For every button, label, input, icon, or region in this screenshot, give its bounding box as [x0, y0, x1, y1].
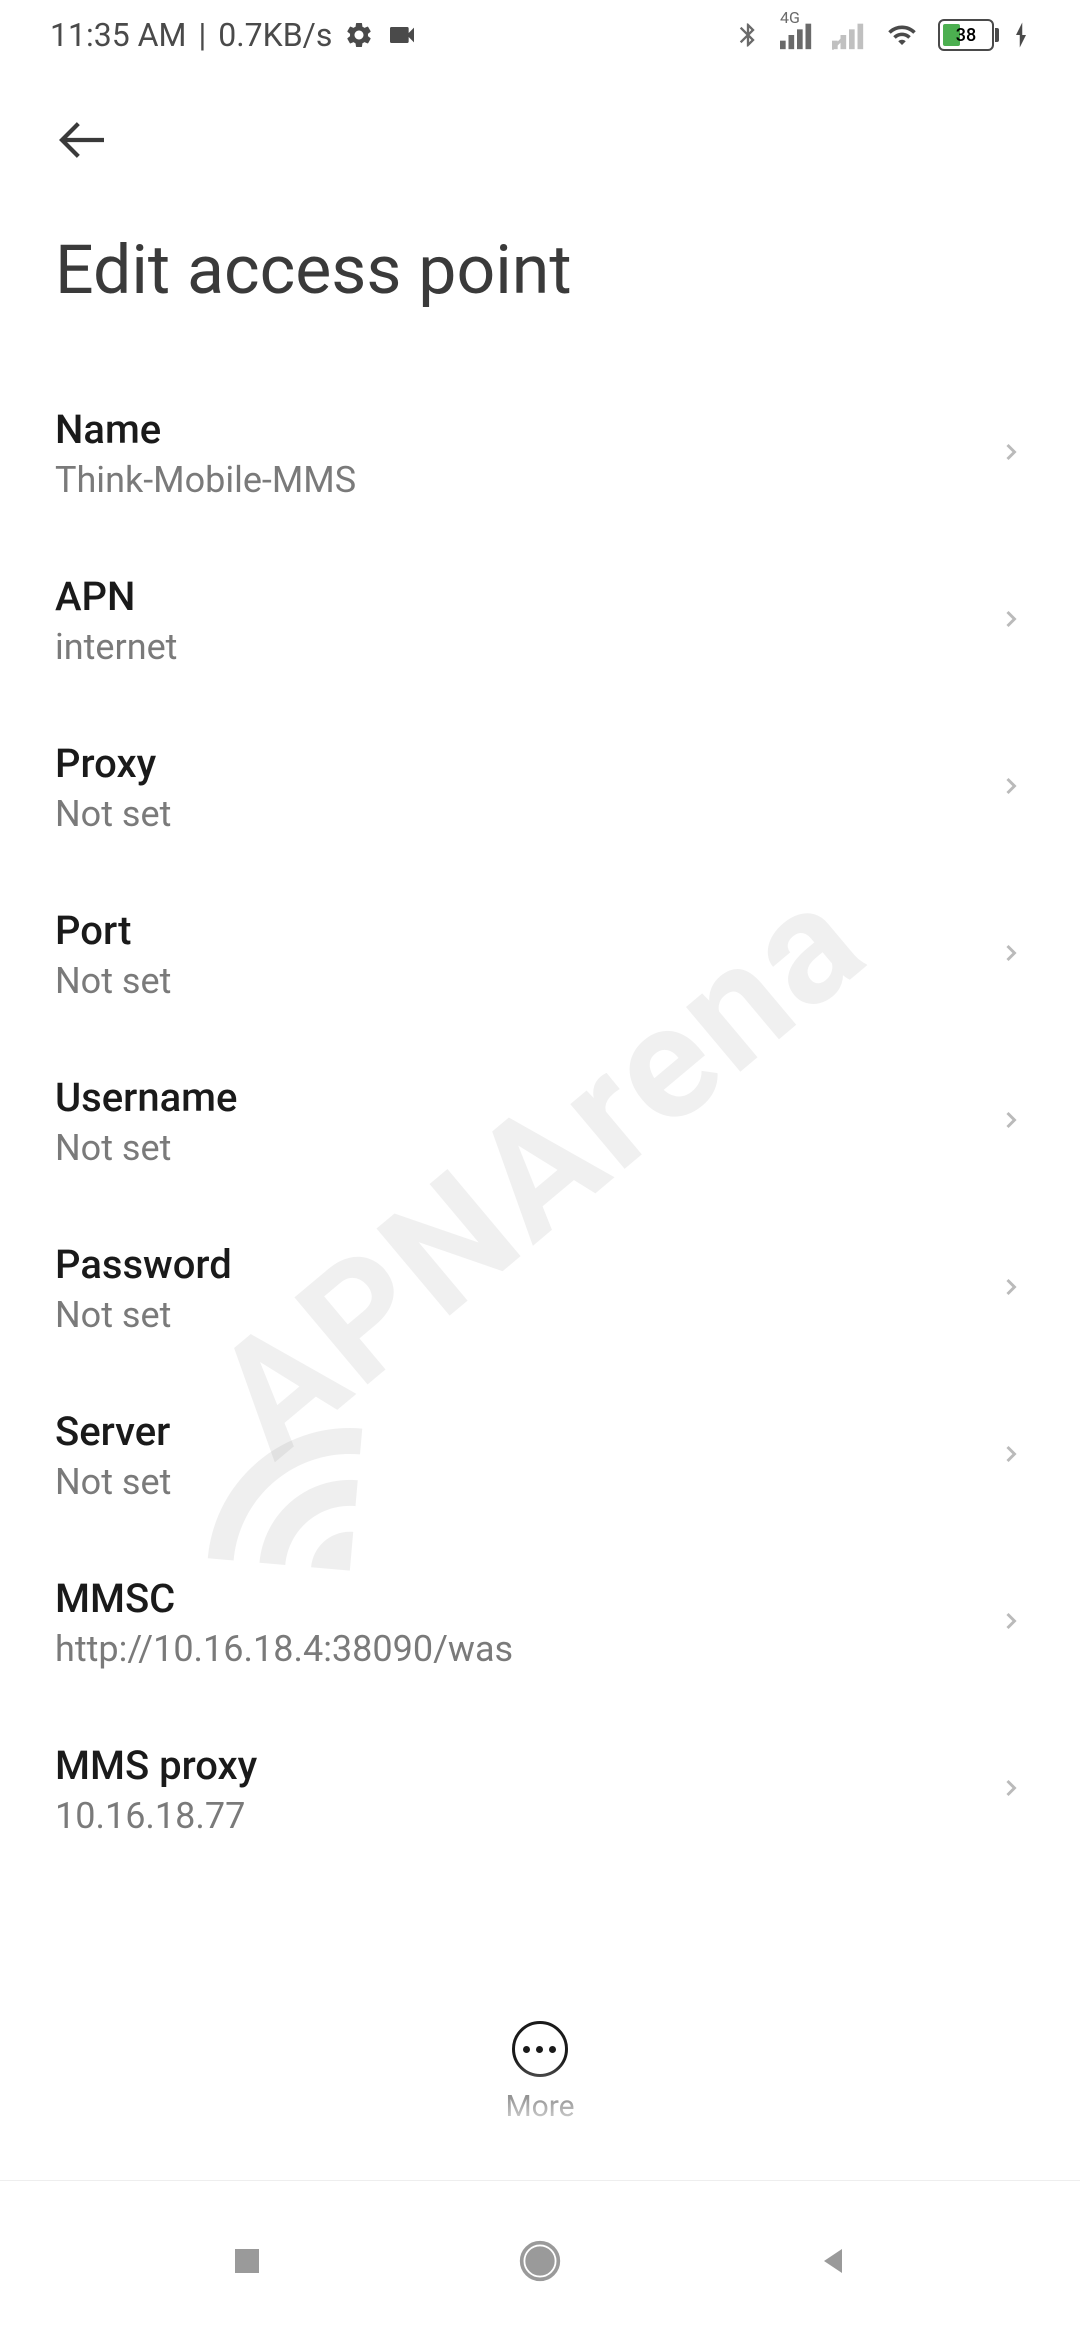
- setting-value: Think-Mobile-MMS: [55, 459, 997, 501]
- setting-value: http://10.16.18.4:38090/was: [55, 1628, 997, 1670]
- setting-label: APN: [55, 573, 997, 620]
- triangle-left-icon: [815, 2243, 851, 2279]
- navigation-bar: [0, 2180, 1080, 2340]
- chevron-right-icon: [997, 1106, 1025, 1138]
- setting-item-password[interactable]: Password Not set: [0, 1205, 1080, 1372]
- wifi-icon: [884, 20, 920, 50]
- setting-value: Not set: [55, 1294, 997, 1336]
- more-button[interactable]: More: [505, 2021, 574, 2124]
- settings-list: Name Think-Mobile-MMS APN internet Proxy…: [0, 370, 1080, 1873]
- setting-item-proxy[interactable]: Proxy Not set: [0, 704, 1080, 871]
- chevron-right-icon: [997, 1607, 1025, 1639]
- nav-recent-button[interactable]: [217, 2231, 277, 2291]
- setting-value: Not set: [55, 960, 997, 1002]
- setting-value: Not set: [55, 1461, 997, 1503]
- setting-value: internet: [55, 626, 997, 668]
- status-time: 11:35 AM: [50, 16, 186, 54]
- setting-label: Server: [55, 1408, 997, 1455]
- circle-icon: [518, 2239, 562, 2283]
- nav-back-button[interactable]: [803, 2231, 863, 2291]
- battery-icon: 38: [938, 19, 994, 51]
- chevron-right-icon: [997, 605, 1025, 637]
- arrow-left-icon: [55, 112, 111, 168]
- setting-label: MMSC: [55, 1575, 997, 1622]
- setting-value: Not set: [55, 793, 997, 835]
- setting-item-mmsc[interactable]: MMSC http://10.16.18.4:38090/was: [0, 1539, 1080, 1706]
- camera-icon: [386, 19, 418, 51]
- setting-label: Proxy: [55, 740, 997, 787]
- setting-label: Port: [55, 907, 997, 954]
- setting-value: Not set: [55, 1127, 997, 1169]
- status-data-rate: 0.7KB/s: [218, 16, 332, 54]
- setting-item-server[interactable]: Server Not set: [0, 1372, 1080, 1539]
- bottom-action-bar: More: [0, 2021, 1080, 2140]
- setting-label: Password: [55, 1241, 997, 1288]
- status-separator: |: [198, 16, 206, 54]
- charging-icon: [1012, 20, 1030, 50]
- setting-item-name[interactable]: Name Think-Mobile-MMS: [0, 370, 1080, 537]
- setting-item-mmsproxy[interactable]: MMS proxy 10.16.18.77: [0, 1706, 1080, 1873]
- back-button[interactable]: [55, 110, 115, 170]
- signal-4g-icon: 4G: [780, 20, 814, 50]
- status-bar: 11:35 AM | 0.7KB/s 4G: [0, 0, 1080, 70]
- square-icon: [229, 2243, 265, 2279]
- settings-gear-icon: [344, 20, 374, 50]
- chevron-right-icon: [997, 1440, 1025, 1472]
- nav-home-button[interactable]: [510, 2231, 570, 2291]
- signal-nosim-icon: [832, 20, 866, 50]
- page-title: Edit access point: [0, 190, 1080, 370]
- setting-label: Username: [55, 1074, 997, 1121]
- chevron-right-icon: [997, 1774, 1025, 1806]
- chevron-right-icon: [997, 939, 1025, 971]
- more-label: More: [505, 2089, 574, 2124]
- more-icon: [512, 2021, 568, 2077]
- setting-item-username[interactable]: Username Not set: [0, 1038, 1080, 1205]
- setting-item-port[interactable]: Port Not set: [0, 871, 1080, 1038]
- setting-label: MMS proxy: [55, 1742, 997, 1789]
- chevron-right-icon: [997, 772, 1025, 804]
- bluetooth-icon: [734, 19, 762, 51]
- chevron-right-icon: [997, 438, 1025, 470]
- header: [0, 70, 1080, 190]
- setting-value: 10.16.18.77: [55, 1795, 997, 1837]
- chevron-right-icon: [997, 1273, 1025, 1305]
- setting-item-apn[interactable]: APN internet: [0, 537, 1080, 704]
- setting-label: Name: [55, 406, 997, 453]
